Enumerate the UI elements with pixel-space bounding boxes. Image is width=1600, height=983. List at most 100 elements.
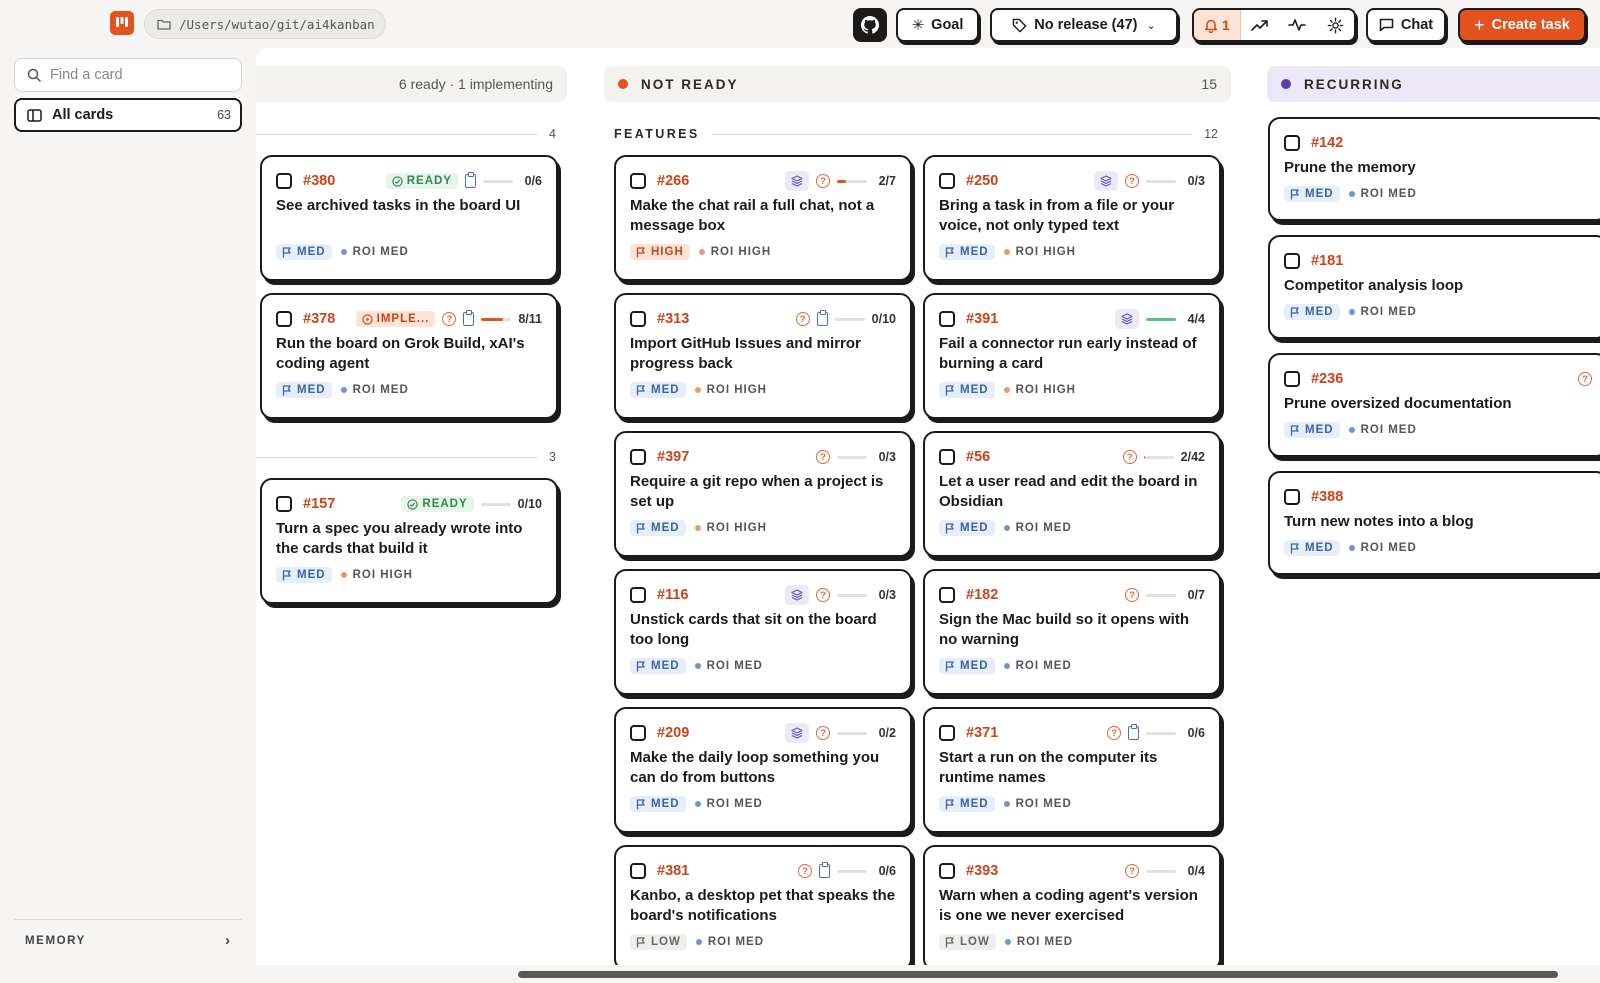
card-title[interactable]: Bring a task in from a file or your voic… [939, 196, 1205, 236]
question-icon[interactable]: ? [1578, 372, 1592, 386]
task-card[interactable]: #266? 2/7 Make the chat rail a full chat, … [614, 155, 912, 281]
question-icon[interactable]: ? [816, 174, 830, 188]
activity-button[interactable] [1278, 10, 1316, 40]
card-id[interactable]: #56 [966, 449, 990, 465]
layers-icon[interactable] [1115, 309, 1139, 329]
clipboard-icon[interactable] [1128, 724, 1139, 740]
card-id[interactable]: #142 [1311, 135, 1343, 151]
task-card[interactable]: #391 4/4 Fail a connector run early instea… [923, 293, 1221, 419]
memory-section-toggle[interactable]: MEMORY › [14, 919, 242, 961]
card-title[interactable]: Turn a spec you already wrote into the c… [276, 519, 542, 559]
card-checkbox[interactable] [1284, 489, 1300, 505]
task-card[interactable]: #56? 2/42 Let a user read and edit the boa… [923, 431, 1221, 557]
card-checkbox[interactable] [630, 863, 646, 879]
card-title[interactable]: Run the board on Grok Build, xAI's codin… [276, 334, 542, 374]
card-checkbox[interactable] [939, 587, 955, 603]
card-checkbox[interactable] [630, 587, 646, 603]
card-checkbox[interactable] [939, 863, 955, 879]
layers-icon[interactable] [785, 171, 809, 191]
card-checkbox[interactable] [939, 449, 955, 465]
card-id[interactable]: #378 [303, 311, 335, 327]
card-title[interactable]: Require a git repo when a project is set… [630, 472, 896, 512]
card-checkbox[interactable] [1284, 135, 1300, 151]
all-cards-filter[interactable]: All cards 63 [14, 98, 242, 132]
card-title[interactable]: Fail a connector run early instead of bu… [939, 334, 1205, 374]
card-id[interactable]: #388 [1311, 489, 1343, 505]
task-card[interactable]: #181 Competitor analysis loop MED ROI MED [1268, 235, 1600, 339]
task-card[interactable]: #378 IMPLE...? 8/11 Run the board on Grok B… [260, 293, 558, 419]
card-checkbox[interactable] [939, 725, 955, 741]
question-icon[interactable]: ? [816, 450, 830, 464]
search-input[interactable] [50, 67, 230, 83]
card-title[interactable]: Make the daily loop something you can do… [630, 748, 896, 788]
card-title[interactable]: Turn new notes into a blog [1284, 512, 1592, 532]
card-id[interactable]: #391 [966, 311, 998, 327]
search-box[interactable] [14, 58, 242, 92]
card-checkbox[interactable] [939, 311, 955, 327]
card-title[interactable]: Sign the Mac build so it opens with no w… [939, 610, 1205, 650]
task-card[interactable]: #397? 0/3 Require a git repo when a projec… [614, 431, 912, 557]
card-checkbox[interactable] [276, 173, 292, 189]
card-id[interactable]: #393 [966, 863, 998, 879]
card-id[interactable]: #313 [657, 311, 689, 327]
task-card[interactable]: #388 Turn new notes into a blog MED ROI MED [1268, 471, 1600, 575]
card-checkbox[interactable] [939, 173, 955, 189]
clipboard-icon[interactable] [465, 172, 476, 188]
task-card[interactable]: #381? 0/6 Kanbo, a desktop pet that speaks… [614, 845, 912, 965]
card-title[interactable]: Competitor analysis loop [1284, 276, 1592, 296]
card-id[interactable]: #157 [303, 496, 335, 512]
card-title[interactable]: Unstick cards that sit on the board too … [630, 610, 896, 650]
trends-button[interactable] [1241, 10, 1279, 40]
layers-icon[interactable] [785, 585, 809, 605]
question-icon[interactable]: ? [1107, 726, 1121, 740]
card-title[interactable]: Make the chat rail a full chat, not a me… [630, 196, 896, 236]
task-card[interactable]: #393? 0/4 Warn when a coding agent's versi… [923, 845, 1221, 965]
chat-button[interactable]: Chat [1366, 8, 1446, 42]
card-checkbox[interactable] [630, 311, 646, 327]
card-title[interactable]: Warn when a coding agent's version is on… [939, 886, 1205, 926]
task-card[interactable]: #116? 0/3 Unstick cards that sit on the bo… [614, 569, 912, 695]
card-checkbox[interactable] [276, 311, 292, 327]
card-id[interactable]: #182 [966, 587, 998, 603]
card-checkbox[interactable] [630, 725, 646, 741]
card-id[interactable]: #397 [657, 449, 689, 465]
task-card[interactable]: #371? 0/6 Start a run on the computer its … [923, 707, 1221, 833]
release-selector[interactable]: No release (47) ⌄ [990, 8, 1178, 42]
create-task-button[interactable]: + Create task [1458, 8, 1586, 42]
task-card[interactable]: #209? 0/2 Make the daily loop something yo… [614, 707, 912, 833]
question-icon[interactable]: ? [798, 864, 812, 878]
card-checkbox[interactable] [276, 496, 292, 512]
clipboard-icon[interactable] [463, 310, 475, 326]
task-card[interactable]: #157 READY 0/10 Turn a spec you already wro… [260, 478, 558, 604]
card-id[interactable]: #116 [657, 587, 688, 603]
card-id[interactable]: #381 [657, 863, 689, 879]
question-icon[interactable]: ? [1122, 450, 1137, 464]
task-card[interactable]: #313? 0/10 Import GitHub Issues and mirror… [614, 293, 912, 419]
question-icon[interactable]: ? [1125, 588, 1139, 602]
question-icon[interactable]: ? [1125, 174, 1139, 188]
task-card[interactable]: #380 READY 0/6 See archived tasks in the bo… [260, 155, 558, 281]
layers-icon[interactable] [1094, 171, 1118, 191]
card-id[interactable]: #209 [657, 725, 689, 741]
card-title[interactable]: Import GitHub Issues and mirror progress… [630, 334, 896, 374]
project-path[interactable]: /Users/wutao/git/ai4kanban [144, 9, 386, 39]
card-id[interactable]: #236 [1311, 371, 1343, 387]
card-title[interactable]: See archived tasks in the board UI [276, 196, 542, 236]
task-card[interactable]: #182? 0/7 Sign the Mac build so it opens w… [923, 569, 1221, 695]
question-icon[interactable]: ? [795, 312, 810, 326]
github-button[interactable] [853, 8, 887, 42]
card-title[interactable]: Prune the memory [1284, 158, 1592, 178]
clipboard-icon[interactable] [819, 862, 830, 878]
app-logo-icon[interactable] [110, 11, 134, 35]
layers-icon[interactable] [785, 723, 809, 743]
task-card[interactable]: #250? 0/3 Bring a task in from a file or y… [923, 155, 1221, 281]
settings-button[interactable] [1316, 10, 1354, 40]
card-title[interactable]: Prune oversized documentation [1284, 394, 1592, 414]
card-id[interactable]: #266 [657, 173, 689, 189]
card-id[interactable]: #250 [966, 173, 998, 189]
card-title[interactable]: Kanbo, a desktop pet that speaks the boa… [630, 886, 896, 926]
task-card[interactable]: #236? Prune oversized documentation MED ROI… [1268, 353, 1600, 457]
question-icon[interactable]: ? [816, 726, 830, 740]
card-title[interactable]: Start a run on the computer its runtime … [939, 748, 1205, 788]
card-checkbox[interactable] [630, 449, 646, 465]
